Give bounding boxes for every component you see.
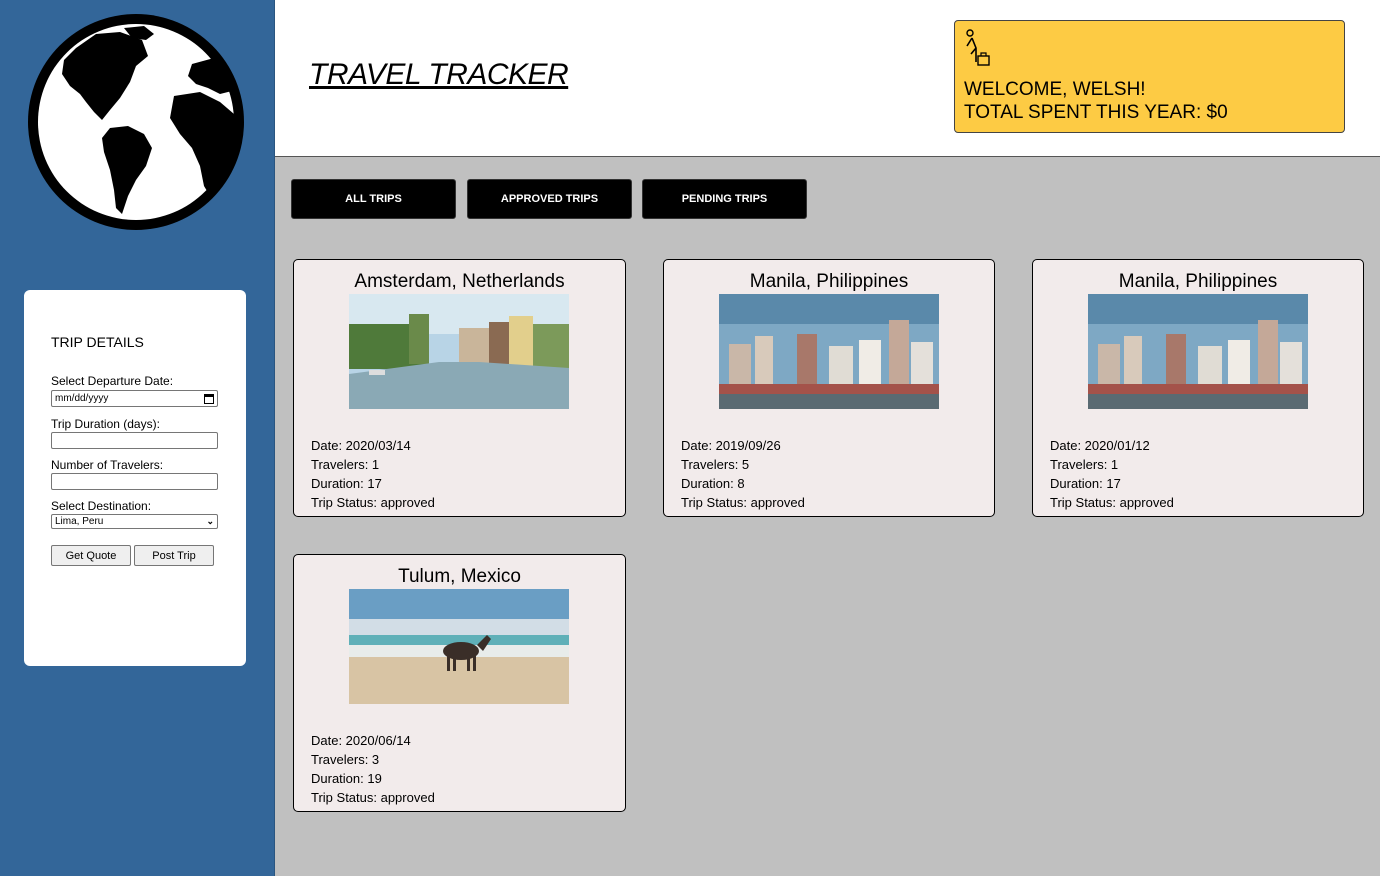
trip-duration: Duration: 17 xyxy=(311,476,382,491)
approved-trips-button[interactable]: APPROVED TRIPS xyxy=(467,179,632,219)
destination-selected: Lima, Peru xyxy=(55,516,104,527)
duration-input[interactable] xyxy=(51,432,218,449)
trip-card: Amsterdam, Netherlands Date: 2020/03/14 … xyxy=(293,259,626,517)
duration-label: Trip Duration (days): xyxy=(51,417,160,431)
manila-skyline-photo xyxy=(1088,294,1308,409)
date-placeholder: mm/dd/yyyy xyxy=(55,393,109,404)
chevron-down-icon: ⌄ xyxy=(206,516,214,526)
manila-skyline-photo xyxy=(719,294,939,409)
trip-travelers: Travelers: 1 xyxy=(311,457,380,472)
destination-select[interactable]: Lima, Peru ⌄ xyxy=(51,514,218,529)
trip-travelers: Travelers: 1 xyxy=(1050,457,1119,472)
trip-date: Date: 2020/01/12 xyxy=(1050,438,1150,453)
trip-status: Trip Status: approved xyxy=(311,495,435,510)
trip-travelers: Travelers: 3 xyxy=(311,752,380,767)
pending-trips-button[interactable]: PENDING TRIPS xyxy=(642,179,807,219)
departure-date-input[interactable]: mm/dd/yyyy xyxy=(51,390,218,407)
calendar-icon[interactable] xyxy=(204,393,214,404)
trip-date: Date: 2019/09/26 xyxy=(681,438,781,453)
trip-status: Trip Status: approved xyxy=(681,495,805,510)
trip-date: Date: 2020/06/14 xyxy=(311,733,411,748)
trip-date: Date: 2020/03/14 xyxy=(311,438,411,453)
departure-date-label: Select Departure Date: xyxy=(51,374,174,388)
trip-duration: Duration: 17 xyxy=(1050,476,1121,491)
trip-card: Manila, Philippines Date: 2020/01/12 Tra… xyxy=(1032,259,1364,517)
globe-icon xyxy=(28,14,244,230)
app-title: TRAVEL TRACKER xyxy=(309,58,569,91)
amsterdam-canal-photo xyxy=(349,294,569,409)
travelers-input[interactable] xyxy=(51,473,218,490)
sidebar: TRIP DETAILS Select Departure Date: mm/d… xyxy=(0,0,275,876)
trip-status: Trip Status: approved xyxy=(1050,495,1174,510)
trip-destination: Amsterdam, Netherlands xyxy=(354,271,565,292)
get-quote-button[interactable]: Get Quote xyxy=(51,545,131,566)
tulum-beach-donkey-photo xyxy=(349,589,569,704)
header: TRAVEL TRACKER WELCOME, WELSH! TOTAL SPE… xyxy=(275,0,1380,157)
form-title: TRIP DETAILS xyxy=(51,334,144,350)
trip-duration: Duration: 19 xyxy=(311,771,382,786)
trip-destination: Manila, Philippines xyxy=(1118,271,1278,292)
travelers-label: Number of Travelers: xyxy=(51,458,164,472)
trip-details-form: TRIP DETAILS Select Departure Date: mm/d… xyxy=(24,290,246,666)
trip-destination: Manila, Philippines xyxy=(749,271,909,292)
trip-status: Trip Status: approved xyxy=(311,790,435,805)
destination-label: Select Destination: xyxy=(51,499,152,513)
total-spent: TOTAL SPENT THIS YEAR: $0 xyxy=(964,102,1228,123)
trip-duration: Duration: 8 xyxy=(681,476,745,491)
all-trips-button[interactable]: ALL TRIPS xyxy=(291,179,456,219)
welcome-panel: WELCOME, WELSH! TOTAL SPENT THIS YEAR: $… xyxy=(954,20,1345,133)
trip-card: Tulum, Mexico Date: 2020/06/14 Travelers… xyxy=(293,554,626,812)
trip-card: Manila, Philippines Date: 2019/09/26 Tra… xyxy=(663,259,995,517)
post-trip-button[interactable]: Post Trip xyxy=(134,545,214,566)
welcome-greeting: WELCOME, WELSH! xyxy=(964,79,1146,100)
trip-destination: Tulum, Mexico xyxy=(398,566,521,587)
traveler-luggage-icon xyxy=(966,29,990,66)
trip-travelers: Travelers: 5 xyxy=(681,457,750,472)
